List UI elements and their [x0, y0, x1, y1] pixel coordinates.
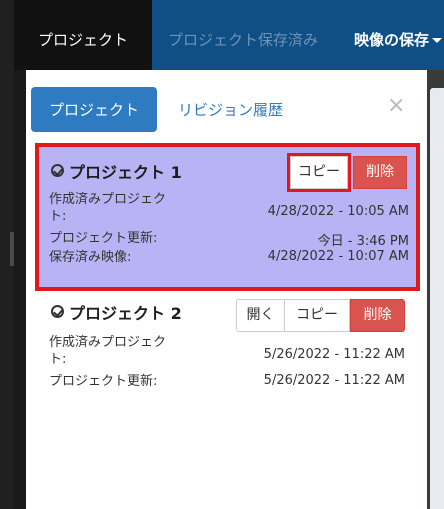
created-value: 5/26/2022 - 11:22 AM [263, 347, 405, 362]
adjacent-panel-edge [427, 70, 444, 509]
adjacent-panel [430, 88, 444, 509]
check-circle-icon [51, 305, 64, 318]
tab-project[interactable]: プロジェクト [14, 0, 152, 70]
updated-value: 5/26/2022 - 11:22 AM [263, 373, 405, 388]
updated-label: プロジェクト更新: [49, 231, 158, 246]
close-icon[interactable]: × [387, 93, 405, 118]
tab-export-label: 映像の保存 [354, 31, 430, 49]
tab-export-video[interactable]: 映像の保存 [354, 0, 443, 70]
project-panel: プロジェクト リビジョン履歴 × プロジェクト 1 コピー 削除 作成済みプロジ… [26, 70, 427, 509]
saved-value: 4/28/2022 - 10:07 AM [267, 249, 409, 264]
updated-label: プロジェクト更新: [49, 374, 158, 389]
revision-history-link[interactable]: リビジョン履歴 [178, 99, 283, 120]
panel-header: プロジェクト リビジョン履歴 × [26, 70, 427, 142]
check-circle-icon [51, 164, 64, 177]
created-label: 作成済みプロジェクト: [49, 335, 167, 367]
updated-row: プロジェクト更新: 今日 - 3:46 PM [49, 230, 409, 249]
delete-button[interactable]: 削除 [350, 299, 405, 332]
tab-saved-projects[interactable]: プロジェクト保存済み [168, 0, 318, 70]
caret-down-icon [432, 38, 443, 43]
created-label: 作成済みプロジェクト: [49, 192, 167, 224]
updated-row: プロジェクト更新: 5/26/2022 - 11:22 AM [49, 373, 405, 391]
project-title-text: プロジェクト 1 [69, 163, 182, 182]
project-title: プロジェクト 2 [51, 300, 182, 324]
delete-button[interactable]: 削除 [353, 156, 407, 189]
project-tab-button[interactable]: プロジェクト [31, 87, 157, 132]
copy-button[interactable]: コピー [284, 299, 350, 332]
resize-handle[interactable] [10, 232, 14, 266]
project-card-1[interactable]: プロジェクト 1 コピー 削除 作成済みプロジェクト: 4/28/2022 - … [35, 143, 420, 291]
created-value: 4/28/2022 - 10:05 AM [267, 204, 409, 219]
saved-row: 保存済み映像: 4/28/2022 - 10:07 AM [49, 249, 409, 267]
created-row: 作成済みプロジェクト: 4/28/2022 - 10:05 AM [49, 191, 409, 227]
project-card-2[interactable]: プロジェクト 2 開く コピー 削除 作成済みプロジェクト: 5/26/2022… [35, 292, 420, 412]
created-row: 作成済みプロジェクト: 5/26/2022 - 11:22 AM [49, 334, 405, 370]
saved-label: 保存済み映像: [49, 250, 132, 265]
open-button[interactable]: 開く [236, 299, 285, 332]
project-title-text: プロジェクト 2 [69, 304, 182, 323]
copy-button-highlight [287, 153, 351, 192]
updated-value: 今日 - 3:46 PM [317, 234, 409, 249]
top-navigation-bar: プロジェクト プロジェクト保存済み 映像の保存 [14, 0, 444, 70]
left-window-strip [0, 0, 14, 509]
project-title: プロジェクト 1 [51, 159, 182, 183]
